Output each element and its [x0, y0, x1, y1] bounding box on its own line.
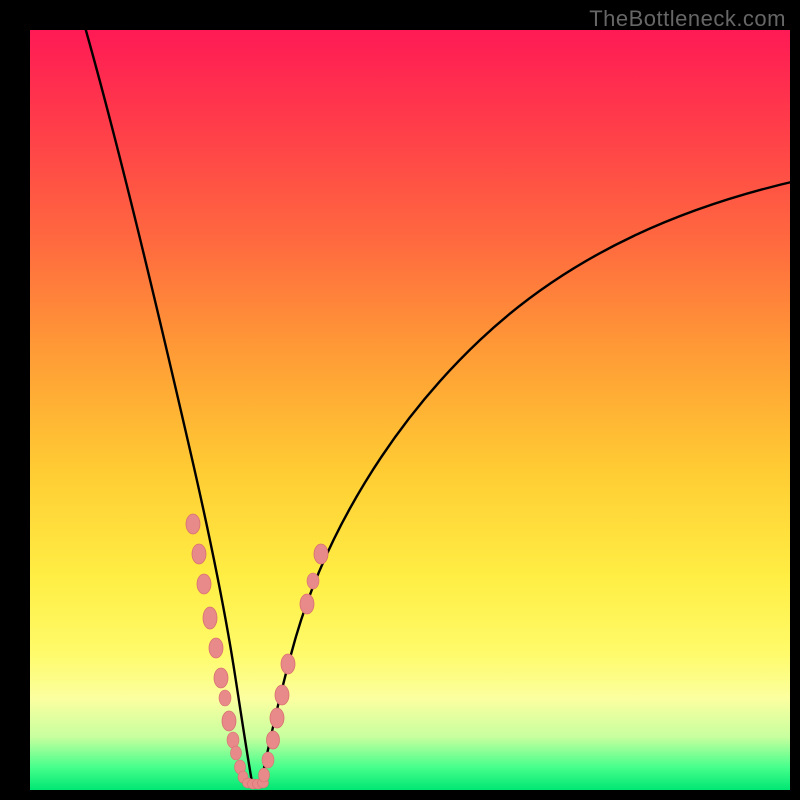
watermark-text: TheBottleneck.com [589, 6, 786, 32]
curves-svg [30, 30, 790, 790]
plot-area [30, 30, 790, 790]
beads-left-group [186, 514, 248, 783]
right-curve [261, 180, 800, 782]
left-curve [83, 20, 252, 782]
beads-right-group [259, 544, 329, 782]
chart-frame: TheBottleneck.com [0, 0, 800, 800]
